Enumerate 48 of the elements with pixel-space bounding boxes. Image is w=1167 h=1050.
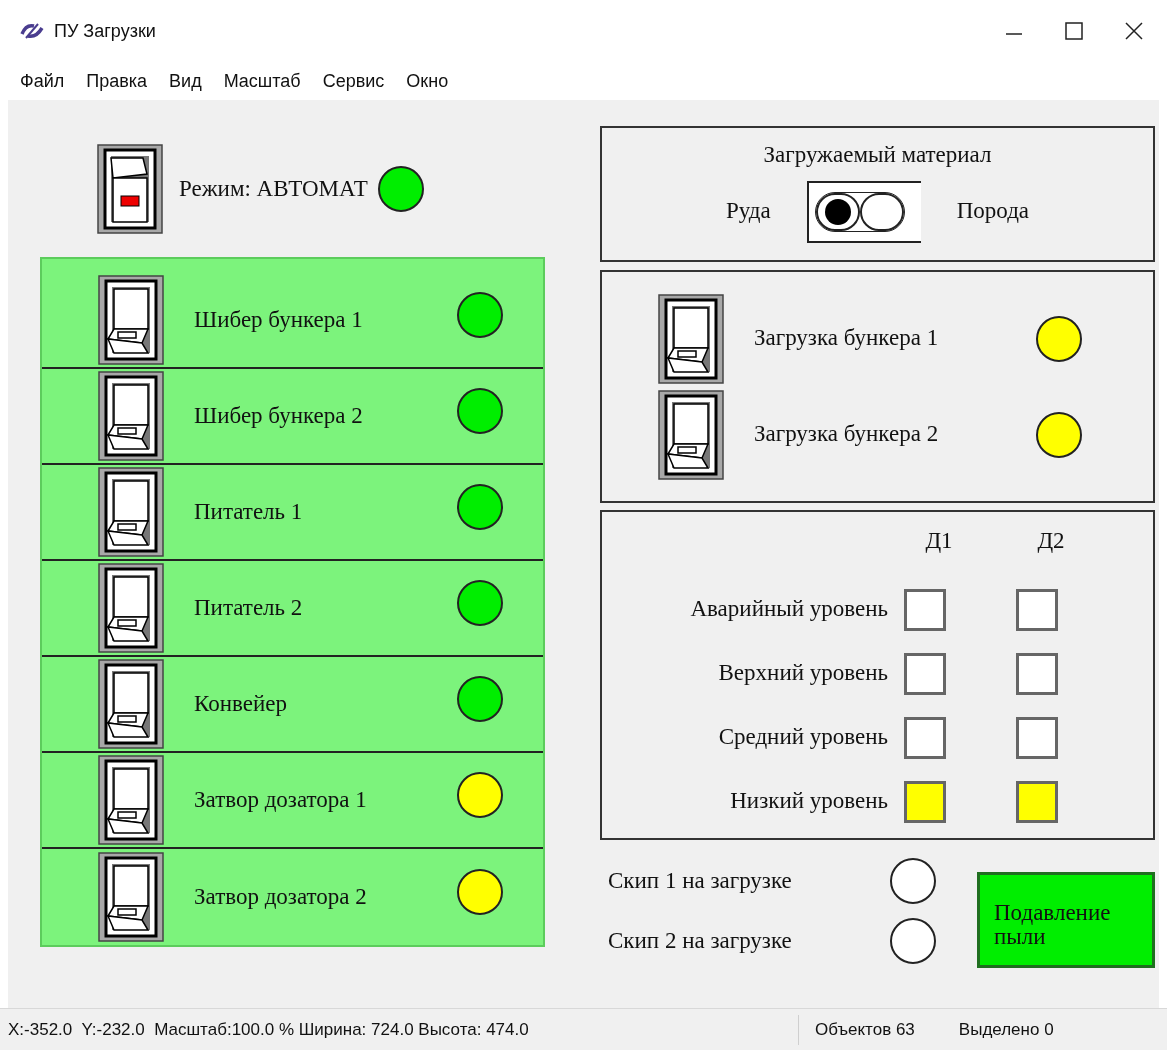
rocker-switch-icon[interactable] bbox=[97, 144, 163, 234]
maximize-icon[interactable] bbox=[1065, 22, 1083, 40]
toggle-position[interactable] bbox=[859, 192, 904, 231]
option-label: Руда bbox=[725, 197, 771, 226]
column-header: Д2 bbox=[1036, 527, 1066, 555]
menu-item[interactable]: Файл bbox=[20, 67, 65, 95]
status-selected-count: Выделено 0 bbox=[958, 1018, 1054, 1041]
menu-item[interactable]: Сервис bbox=[322, 67, 385, 95]
menu-item[interactable]: Вид bbox=[169, 67, 202, 95]
mechanism-label: Затвор дозатора 1 bbox=[194, 785, 367, 814]
mechanism-label: Питатель 2 bbox=[194, 593, 303, 622]
column-header: Д1 bbox=[924, 527, 954, 555]
level-label: Средний уровень bbox=[717, 723, 889, 752]
mechanism-label: Шибер бункера 2 bbox=[194, 401, 363, 430]
level-label: Низкий уровень bbox=[729, 787, 889, 816]
level-label: Верхний уровень bbox=[717, 659, 889, 688]
mechanism-label: Шибер бункера 1 bbox=[194, 305, 363, 334]
skip-label: Скип 1 на загрузке bbox=[608, 866, 793, 895]
rocker-switch-icon[interactable] bbox=[658, 389, 724, 480]
rocker-switch-icon[interactable] bbox=[98, 275, 164, 365]
rocker-switch-icon[interactable] bbox=[98, 563, 164, 653]
material-toggle[interactable] bbox=[806, 180, 921, 243]
rocker-switch-icon[interactable] bbox=[98, 659, 164, 749]
app-logo-icon bbox=[20, 22, 44, 40]
mechanism-label: Конвейер bbox=[194, 689, 287, 718]
dust-suppression-button[interactable]: Подавление пыли bbox=[977, 872, 1155, 968]
status-object-count: Объектов 63 bbox=[815, 1018, 915, 1041]
rocker-switch-icon[interactable] bbox=[658, 293, 724, 384]
mechanism-label: Затвор дозатора 2 bbox=[194, 882, 367, 911]
rocker-switch-icon[interactable] bbox=[98, 852, 164, 942]
window-title: ПУ Загрузки bbox=[54, 19, 156, 43]
mode-label: Режим: АВТОМАТ bbox=[179, 174, 368, 203]
menu-item[interactable]: Окно bbox=[406, 67, 449, 95]
rocker-switch-icon[interactable] bbox=[98, 755, 164, 845]
level-label: Аварийный уровень bbox=[689, 595, 889, 624]
toggle-position[interactable] bbox=[815, 192, 860, 231]
loading-label: Загрузка бункера 1 bbox=[754, 324, 940, 353]
material-title: Загружаемый материал bbox=[763, 141, 992, 169]
menu-item[interactable]: Правка bbox=[86, 67, 148, 95]
rocker-switch-icon[interactable] bbox=[98, 467, 164, 557]
skip-label: Скип 2 на загрузке bbox=[608, 926, 793, 955]
close-icon[interactable] bbox=[1125, 22, 1143, 40]
menu-item[interactable]: Масштаб bbox=[223, 67, 301, 95]
mechanism-label: Питатель 1 bbox=[194, 497, 303, 526]
status-coordinates: X:-352.0 Y:-232.0 Масштаб:100.0 % Ширина: 724.0 Высота: 474.0 bbox=[8, 1018, 530, 1041]
option-label: Порода bbox=[956, 197, 1030, 226]
rocker-switch-icon[interactable] bbox=[98, 371, 164, 461]
loading-label: Загрузка бункера 2 bbox=[754, 420, 940, 449]
